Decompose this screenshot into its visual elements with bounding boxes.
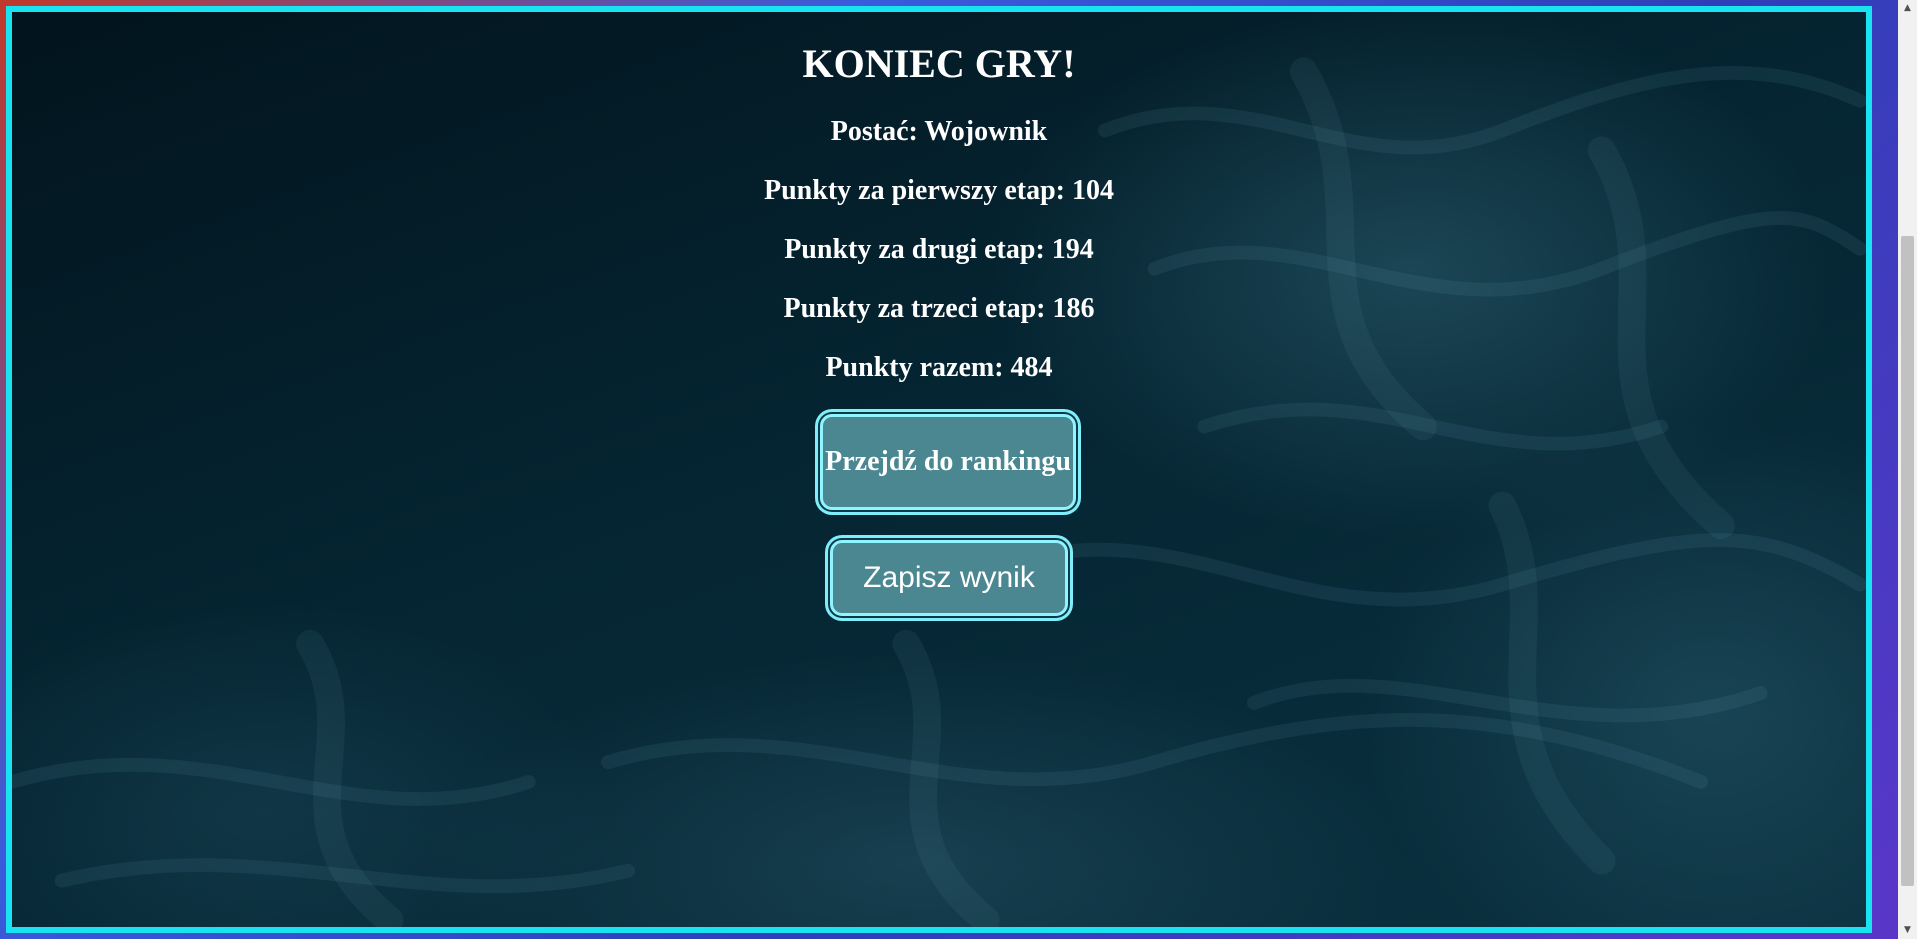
save-score-button[interactable]: Zapisz wynik: [830, 540, 1068, 616]
stage2-points: Punkty za drugi etap: 194: [784, 234, 1094, 265]
go-to-ranking-button[interactable]: Przejdź do rankingu: [820, 414, 1076, 510]
total-points: Punkty razem: 484: [825, 352, 1053, 383]
game-over-title: KONIEC GRY!: [802, 41, 1076, 86]
scroll-up-arrow-icon[interactable]: ▲: [1898, 0, 1917, 17]
scroll-down-arrow-icon[interactable]: ▼: [1898, 922, 1917, 939]
game-over-screen: KONIEC GRY! Postać: Wojownik Punkty za p…: [6, 6, 1872, 933]
page-scrollbar[interactable]: ▲ ▼: [1898, 0, 1917, 939]
stage1-points: Punkty za pierwszy etap: 104: [764, 175, 1114, 206]
scroll-thumb[interactable]: [1901, 236, 1914, 886]
character-label: Postać: Wojownik: [830, 116, 1048, 147]
stage3-points: Punkty za trzeci etap: 186: [783, 293, 1095, 324]
